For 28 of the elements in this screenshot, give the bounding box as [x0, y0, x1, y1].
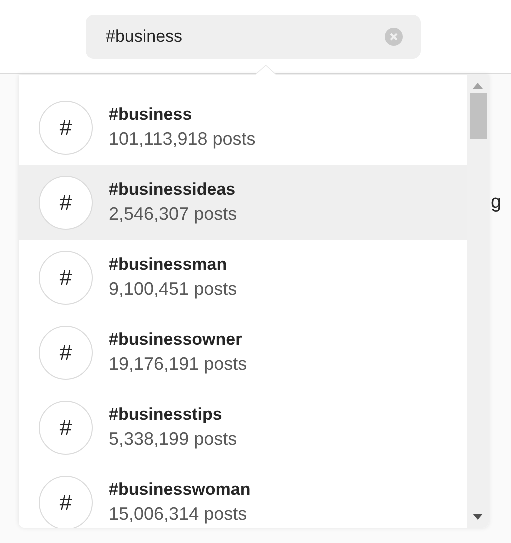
hashtag-name: #businesswoman — [109, 480, 251, 500]
hashtag-icon: # — [39, 326, 93, 380]
search-input[interactable]: #business — [106, 27, 385, 47]
post-count: 19,176,191 posts — [109, 354, 248, 375]
clear-icon[interactable] — [385, 28, 403, 46]
hashtag-icon: # — [39, 176, 93, 230]
search-field[interactable]: #business — [86, 15, 421, 59]
hashtag-icon: # — [39, 250, 93, 304]
hashtag-name: #businessman — [109, 255, 228, 275]
hashtag-name: #businessowner — [109, 330, 244, 350]
hashtag-result[interactable]: # #businesswoman 15,006,314 posts — [19, 465, 467, 528]
post-count: 5,338,199 posts — [109, 429, 238, 450]
hashtag-result[interactable]: # #businessideas 2,546,307 posts — [19, 165, 467, 240]
page-text: g — [491, 192, 502, 214]
hashtag-icon: # — [39, 476, 93, 528]
scroll-thumb[interactable] — [470, 93, 486, 139]
hashtag-name: #businessideas — [109, 180, 237, 200]
hashtag-name: #business — [109, 105, 194, 125]
scroll-up-icon[interactable] — [473, 83, 483, 89]
hashtag-icon: # — [39, 100, 93, 154]
scroll-down-icon[interactable] — [473, 514, 483, 520]
post-count: 9,100,451 posts — [109, 279, 238, 300]
scrollbar[interactable] — [467, 75, 489, 528]
hashtag-icon: # — [39, 400, 93, 454]
hashtag-name: #businesstips — [109, 405, 224, 425]
post-count: 2,546,307 posts — [109, 204, 238, 225]
post-count: 101,113,918 posts — [109, 129, 256, 150]
post-count: 15,006,314 posts — [109, 504, 248, 525]
